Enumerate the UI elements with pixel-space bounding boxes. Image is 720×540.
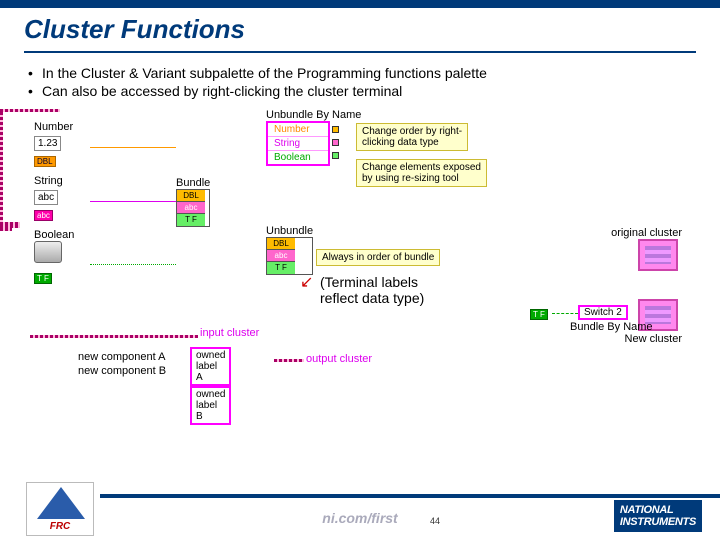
cluster-wire: [30, 335, 198, 338]
wire: [90, 264, 176, 265]
bundle-node: Bundle DBL abc T F: [176, 177, 210, 227]
original-cluster-icon: [638, 239, 678, 271]
arrow-icon: ↙: [300, 272, 313, 292]
bullet-item: In the Cluster & Variant subpalette of t…: [28, 65, 692, 81]
new-cluster-label: New cluster: [625, 333, 682, 345]
ubn-row: Boolean: [268, 151, 328, 164]
ubn-row: Number: [268, 123, 328, 137]
boolean-label: Boolean: [34, 229, 94, 241]
owned-b: owned label B: [190, 386, 231, 425]
input-cluster-label: input cluster: [200, 327, 259, 339]
wire: [90, 201, 176, 202]
footer-url: ni.com/first: [0, 510, 720, 526]
comp-a-label: new component A: [78, 351, 165, 363]
ub-row-dbl: DBL: [267, 238, 295, 250]
bullet-list: In the Cluster & Variant subpalette of t…: [0, 53, 720, 105]
number-control: Number 1.23 DBL: [34, 121, 94, 169]
top-bar: [0, 0, 720, 8]
original-cluster-label: original cluster: [611, 227, 682, 239]
tf-tag: T F: [34, 273, 52, 284]
labview-diagram: Number 1.23 DBL String abc abc Boolean T…: [0, 109, 720, 449]
note-box: Change order by right- clicking data typ…: [356, 123, 468, 151]
string-control: String abc abc: [34, 175, 94, 223]
bundle-row-tf: T F: [177, 214, 205, 226]
boolean-control: Boolean T F: [34, 229, 94, 286]
wire: [552, 313, 578, 314]
unbundle-by-name: Unbundle By Name Number String Boolean: [266, 109, 361, 166]
ub-row-tf: T F: [267, 262, 295, 274]
string-field: abc: [34, 190, 58, 205]
ubn-label: Unbundle By Name: [266, 109, 361, 121]
bundle-label: Bundle: [176, 177, 210, 189]
bundle-row-abc: abc: [177, 202, 205, 214]
owned-a: owned label A: [190, 347, 231, 386]
cluster-wire: [0, 112, 3, 222]
number-field: 1.23: [34, 136, 61, 151]
footer-rule: [100, 494, 720, 498]
cluster-wire: [274, 359, 304, 362]
cluster-wire: [0, 228, 12, 231]
cluster-wire: [0, 109, 60, 112]
terminal-icon: [332, 139, 339, 146]
dbl-tag: DBL: [34, 156, 56, 167]
tf-terminal: T F: [530, 309, 548, 320]
unbundle-node: Unbundle DBL abc T F: [266, 225, 313, 275]
ubn-row: String: [268, 137, 328, 151]
comp-b-label: new component B: [78, 365, 166, 377]
page-number: 44: [430, 516, 440, 526]
unbundle-label: Unbundle: [266, 225, 313, 237]
bundle-row-dbl: DBL: [177, 190, 205, 202]
bullet-item: Can also be accessed by right-clicking t…: [28, 83, 692, 99]
annotation-text: (Terminal labels reflect data type): [320, 274, 424, 306]
note-box: Change elements exposed by using re-sizi…: [356, 159, 487, 187]
wire: [90, 147, 176, 148]
string-label: String: [34, 175, 94, 187]
abc-tag: abc: [34, 210, 53, 221]
number-label: Number: [34, 121, 94, 133]
switch2-box: Switch 2: [578, 305, 628, 320]
bbn-right-label: Bundle By Name: [570, 321, 653, 333]
output-cluster-label: output cluster: [306, 353, 372, 365]
frc-logo: FRC: [26, 482, 94, 536]
note-box: Always in order of bundle: [316, 249, 440, 266]
footer: FRC ni.com/first 44 NATIONAL INSTRUMENTS: [0, 494, 720, 540]
ub-row-abc: abc: [267, 250, 295, 262]
terminal-icon: [332, 152, 339, 159]
slide-title: Cluster Functions: [24, 14, 696, 45]
ni-logo: NATIONAL INSTRUMENTS: [614, 500, 702, 532]
boolean-button: [34, 241, 62, 263]
terminal-icon: [332, 126, 339, 133]
